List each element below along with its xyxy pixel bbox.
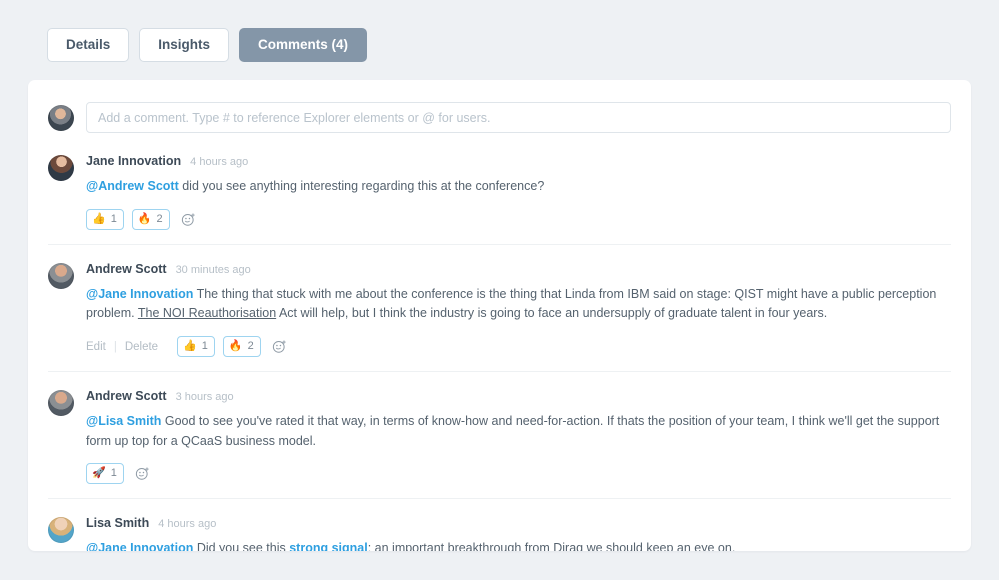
comment-timestamp: 30 minutes ago xyxy=(176,265,251,276)
reaction-count: 1 xyxy=(111,466,117,481)
avatar-jane xyxy=(48,155,74,181)
mention-link[interactable]: @Jane Innovation xyxy=(86,287,193,301)
comment-timestamp: 4 hours ago xyxy=(158,519,216,530)
comment-body: Jane Innovation 4 hours ago @Andrew Scott … xyxy=(86,155,951,230)
comment-item: Andrew Scott 3 hours ago @Lisa Smith Good … xyxy=(48,371,951,498)
avatar-current-user xyxy=(48,105,74,131)
reaction-chip-thumbs-up[interactable]: 👍1 xyxy=(86,209,124,230)
mention-link[interactable]: @Jane Innovation xyxy=(86,541,193,551)
comment-header: Andrew Scott 30 minutes ago xyxy=(86,263,951,276)
comment-header: Jane Innovation 4 hours ago xyxy=(86,155,951,168)
add-reaction-smiley-icon[interactable] xyxy=(180,211,197,228)
comment-item: Lisa Smith 4 hours ago @Jane Innovation Di… xyxy=(48,498,951,551)
comment-list: Jane Innovation 4 hours ago @Andrew Scott … xyxy=(28,133,971,551)
comment-timestamp: 3 hours ago xyxy=(176,392,234,403)
comment-text: @Andrew Scott did you see anything inter… xyxy=(86,177,951,197)
reaction-count: 1 xyxy=(111,212,117,227)
reaction-count: 1 xyxy=(202,339,208,354)
comment-author: Andrew Scott xyxy=(86,390,167,403)
thumbs-up-icon: 👍 xyxy=(183,341,197,352)
text-segment: : an important breakthrough from Diraq w… xyxy=(368,541,736,551)
rocket-icon: 🚀 xyxy=(92,468,106,479)
reaction-chip-rocket[interactable]: 🚀1 xyxy=(86,463,124,484)
element-reference-link[interactable]: The NOI Reauthorisation xyxy=(138,306,276,320)
comment-header: Lisa Smith 4 hours ago xyxy=(86,517,951,530)
comment-text: @Jane Innovation Did you see this strong… xyxy=(86,539,951,551)
comment-header: Andrew Scott 3 hours ago xyxy=(86,390,951,403)
reaction-chip-thumbs-up[interactable]: 👍1 xyxy=(177,336,215,357)
comment-author: Andrew Scott xyxy=(86,263,167,276)
mention-link[interactable]: @Andrew Scott xyxy=(86,179,179,193)
add-reaction-smiley-icon[interactable] xyxy=(134,465,151,482)
thumbs-up-icon: 👍 xyxy=(92,214,106,225)
comment-author: Lisa Smith xyxy=(86,517,149,530)
comment-actions: 👍1🔥2 xyxy=(86,209,951,230)
reaction-count: 2 xyxy=(157,212,163,227)
avatar-andrew xyxy=(48,390,74,416)
tab-insights[interactable]: Insights xyxy=(139,28,229,62)
mention-link[interactable]: @Lisa Smith xyxy=(86,414,161,428)
reaction-count: 2 xyxy=(248,339,254,354)
tab-bar: Details Insights Comments (4) xyxy=(47,28,367,62)
comments-card: Jane Innovation 4 hours ago @Andrew Scott … xyxy=(28,80,971,551)
fire-icon: 🔥 xyxy=(138,214,152,225)
text-segment: Did you see this xyxy=(193,541,289,551)
comment-input[interactable] xyxy=(86,102,951,133)
comment-timestamp: 4 hours ago xyxy=(190,157,248,168)
tab-details[interactable]: Details xyxy=(47,28,129,62)
text-segment: did you see anything interesting regardi… xyxy=(179,179,545,193)
comment-body: Lisa Smith 4 hours ago @Jane Innovation Di… xyxy=(86,517,951,551)
comment-author: Jane Innovation xyxy=(86,155,181,168)
signal-link[interactable]: strong signal xyxy=(289,541,367,551)
comment-body: Andrew Scott 30 minutes ago @Jane Innovati… xyxy=(86,263,951,357)
fire-icon: 🔥 xyxy=(229,341,243,352)
comment-text: @Jane Innovation The thing that stuck wi… xyxy=(86,285,951,325)
reaction-chip-fire[interactable]: 🔥2 xyxy=(223,336,261,357)
comment-actions: Edit|Delete👍1🔥2 xyxy=(86,336,951,357)
text-segment: Good to see you've rated it that way, in… xyxy=(86,414,939,448)
comment-item: Jane Innovation 4 hours ago @Andrew Scott … xyxy=(48,133,951,244)
text-segment: Act will help, but I think the industry … xyxy=(276,306,827,320)
comment-composer xyxy=(28,80,971,133)
avatar-lisa xyxy=(48,517,74,543)
tab-comments-4[interactable]: Comments (4) xyxy=(239,28,367,62)
delete-comment-link[interactable]: Delete xyxy=(125,341,158,353)
comment-text: @Lisa Smith Good to see you've rated it … xyxy=(86,412,951,452)
edit-comment-link[interactable]: Edit xyxy=(86,341,106,353)
avatar-andrew xyxy=(48,263,74,289)
comment-item: Andrew Scott 30 minutes ago @Jane Innovati… xyxy=(48,244,951,371)
action-separator: | xyxy=(114,341,117,353)
reaction-chip-fire[interactable]: 🔥2 xyxy=(132,209,170,230)
comment-actions: 🚀1 xyxy=(86,463,951,484)
add-reaction-smiley-icon[interactable] xyxy=(271,338,288,355)
comment-body: Andrew Scott 3 hours ago @Lisa Smith Good … xyxy=(86,390,951,484)
